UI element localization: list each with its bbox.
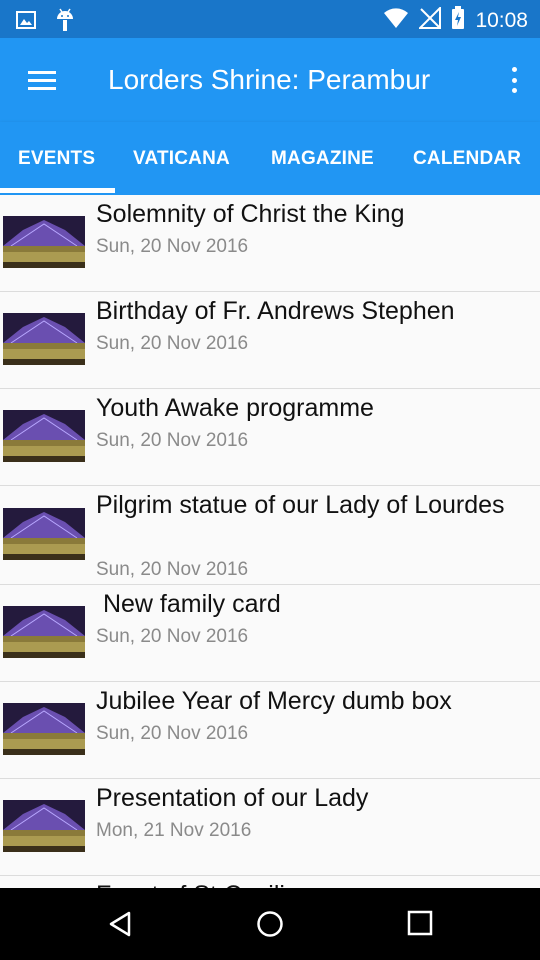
- wifi-icon: [383, 7, 409, 34]
- hamburger-menu-icon[interactable]: [28, 71, 56, 91]
- tab-events[interactable]: EVENTS: [18, 122, 95, 195]
- android-icon: [54, 7, 76, 38]
- status-bar: 10:08: [0, 0, 540, 38]
- battery-charging-icon: [451, 6, 465, 35]
- event-thumbnail: [3, 800, 85, 852]
- home-icon[interactable]: [255, 909, 285, 944]
- event-thumbnail: [3, 410, 85, 462]
- list-item[interactable]: Birthday of Fr. Andrews Stephen Sun, 20 …: [0, 292, 540, 389]
- app-bar: Lorders Shrine: Perambur: [0, 38, 540, 122]
- event-date: Sun, 20 Nov 2016: [96, 626, 249, 647]
- tab-vaticana[interactable]: VATICANA: [133, 122, 230, 195]
- app-title: Lorders Shrine: Perambur: [108, 64, 431, 95]
- event-date: Sun, 20 Nov 2016: [96, 333, 249, 354]
- tab-indicator: [0, 188, 115, 193]
- event-thumbnail: [3, 313, 85, 365]
- tab-magazine[interactable]: MAGAZINE: [271, 122, 374, 195]
- navigation-bar: [0, 888, 540, 960]
- list-item[interactable]: Presentation of our Lady Mon, 21 Nov 201…: [0, 779, 540, 876]
- event-date: Sun, 20 Nov 2016: [96, 430, 249, 451]
- image-icon: [16, 10, 36, 35]
- list-item[interactable]: Pilgrim statue of our Lady of Lourdes Su…: [0, 486, 540, 585]
- more-vert-icon[interactable]: [510, 67, 518, 93]
- event-thumbnail: [3, 606, 85, 658]
- event-list[interactable]: Solemnity of Christ the King Sun, 20 Nov…: [0, 195, 540, 888]
- event-date: Sun, 20 Nov 2016: [96, 236, 249, 257]
- no-signal-icon: [418, 5, 442, 34]
- event-date: Sun, 20 Nov 2016: [96, 723, 249, 744]
- event-title: Presentation of our Lady: [96, 784, 369, 812]
- event-title: Jubilee Year of Mercy dumb box: [96, 687, 452, 715]
- event-title: New family card: [96, 590, 281, 618]
- event-thumbnail: [3, 508, 85, 560]
- event-date: Mon, 21 Nov 2016: [96, 820, 252, 841]
- list-item[interactable]: Feast of St.Cecilia: [0, 876, 540, 888]
- event-title: Youth Awake programme: [96, 394, 374, 422]
- event-thumbnail: [3, 703, 85, 755]
- event-title: Birthday of Fr. Andrews Stephen: [96, 297, 455, 325]
- recents-icon[interactable]: [407, 910, 433, 941]
- event-title: Solemnity of Christ the King: [96, 200, 405, 228]
- status-clock: 10:08: [475, 8, 528, 32]
- list-item[interactable]: New family card Sun, 20 Nov 2016: [0, 585, 540, 682]
- list-item[interactable]: Youth Awake programme Sun, 20 Nov 2016: [0, 389, 540, 486]
- event-title: Pilgrim statue of our Lady of Lourdes: [96, 491, 505, 519]
- back-icon[interactable]: [106, 910, 134, 943]
- list-item[interactable]: Solemnity of Christ the King Sun, 20 Nov…: [0, 195, 540, 292]
- event-title: Feast of St.Cecilia: [96, 879, 520, 888]
- tab-calendar[interactable]: CALENDAR: [413, 122, 521, 195]
- list-item[interactable]: Jubilee Year of Mercy dumb box Sun, 20 N…: [0, 682, 540, 779]
- event-date: Sun, 20 Nov 2016: [96, 559, 249, 580]
- event-thumbnail: [3, 216, 85, 268]
- tab-bar: EVENTS VATICANA MAGAZINE CALENDAR: [0, 122, 540, 195]
